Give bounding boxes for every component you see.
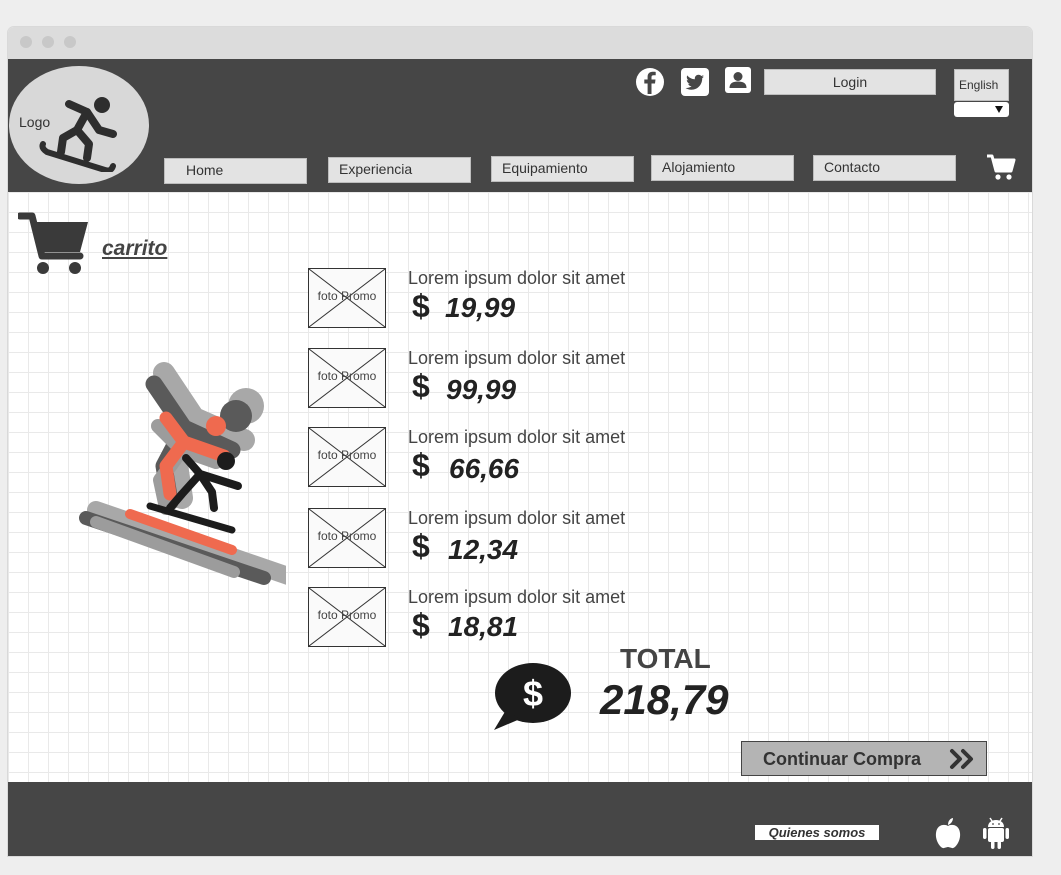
continue-purchase-label: Continuar Compra — [763, 749, 922, 769]
site-footer: Quienes somos — [8, 782, 1032, 856]
dollar-icon: $ — [412, 447, 430, 483]
promo-image-label: foto Promo — [317, 448, 377, 462]
item-price: 12,34 — [448, 534, 519, 565]
item-price: 18,81 — [448, 611, 519, 642]
cart-title-link[interactable]: carrito — [102, 237, 167, 261]
dollar-icon: $ — [412, 288, 430, 324]
facebook-icon[interactable] — [635, 67, 665, 97]
item-price: 19,99 — [445, 292, 516, 323]
cart-item: foto Promo Lorem ipsum dolor sit amet $ … — [8, 348, 1032, 410]
item-price: 99,99 — [446, 374, 517, 405]
double-chevron-right-icon — [950, 749, 973, 769]
nav-item-alojamiento[interactable]: Alojamiento — [651, 155, 794, 181]
svg-text:$: $ — [523, 673, 543, 714]
cart-item: foto Promo Lorem ipsum dolor sit amet $ … — [8, 587, 1032, 649]
window-dot — [20, 36, 32, 48]
window-dot — [64, 36, 76, 48]
cart-icon[interactable] — [986, 153, 1016, 181]
promo-image-label: foto Promo — [317, 289, 377, 303]
browser-window: Logo Login English Home Experiencia Equi… — [8, 27, 1032, 856]
nav-item-experiencia[interactable]: Experiencia — [328, 157, 471, 183]
nav-item-home[interactable]: Home — [164, 158, 307, 184]
dollar-icon: $ — [412, 528, 430, 564]
total-value: 218,79 — [600, 676, 729, 723]
promo-image-label: foto Promo — [317, 608, 377, 622]
item-price: 66,66 — [449, 453, 520, 484]
item-description: Lorem ipsum dolor sit amet — [408, 508, 626, 528]
window-dot — [42, 36, 54, 48]
cart-item: foto Promo Lorem ipsum dolor sit amet $ … — [8, 508, 1032, 570]
promo-image[interactable]: foto Promo — [308, 508, 386, 568]
cart-item: foto Promo Lorem ipsum dolor sit amet $ … — [8, 427, 1032, 489]
language-dropdown[interactable] — [954, 102, 1009, 117]
language-label: English — [954, 69, 1009, 101]
user-icon[interactable] — [725, 67, 751, 93]
cart-item: foto Promo Lorem ipsum dolor sit amet $ … — [8, 268, 1032, 330]
promo-image[interactable]: foto Promo — [308, 427, 386, 487]
item-description: Lorem ipsum dolor sit amet — [408, 427, 626, 447]
login-button[interactable]: Login — [764, 69, 936, 95]
chevron-down-icon — [995, 106, 1003, 113]
item-description: Lorem ipsum dolor sit amet — [408, 587, 626, 607]
promo-image[interactable]: foto Promo — [308, 587, 386, 647]
nav-item-equipamiento[interactable]: Equipamiento — [491, 156, 634, 182]
snowboarder-logo-icon — [39, 97, 117, 172]
site-header: Logo Login English Home Experiencia Equi… — [8, 59, 1032, 192]
promo-image-label: foto Promo — [317, 529, 377, 543]
item-description: Lorem ipsum dolor sit amet — [408, 348, 626, 368]
dollar-icon: $ — [412, 607, 430, 643]
promo-image[interactable]: foto Promo — [308, 268, 386, 328]
logo[interactable]: Logo — [9, 66, 149, 184]
promo-image[interactable]: foto Promo — [308, 348, 386, 408]
money-chat-icon: $ — [494, 663, 571, 730]
android-icon[interactable] — [981, 817, 1011, 850]
continue-purchase-button[interactable]: Continuar Compra — [741, 741, 987, 776]
twitter-icon[interactable] — [680, 67, 710, 97]
nav-item-contacto[interactable]: Contacto — [813, 155, 956, 181]
total-label: TOTAL — [620, 643, 711, 674]
item-description: Lorem ipsum dolor sit amet — [408, 268, 626, 288]
shopping-cart-icon — [18, 212, 88, 274]
dollar-icon: $ — [412, 368, 430, 404]
apple-icon[interactable] — [933, 817, 963, 849]
about-us-link[interactable]: Quienes somos — [755, 825, 879, 840]
window-titlebar — [8, 27, 1032, 59]
promo-image-label: foto Promo — [317, 369, 377, 383]
cart-content: carrito foto Promo Lorem ipsum dolor sit… — [8, 192, 1032, 782]
